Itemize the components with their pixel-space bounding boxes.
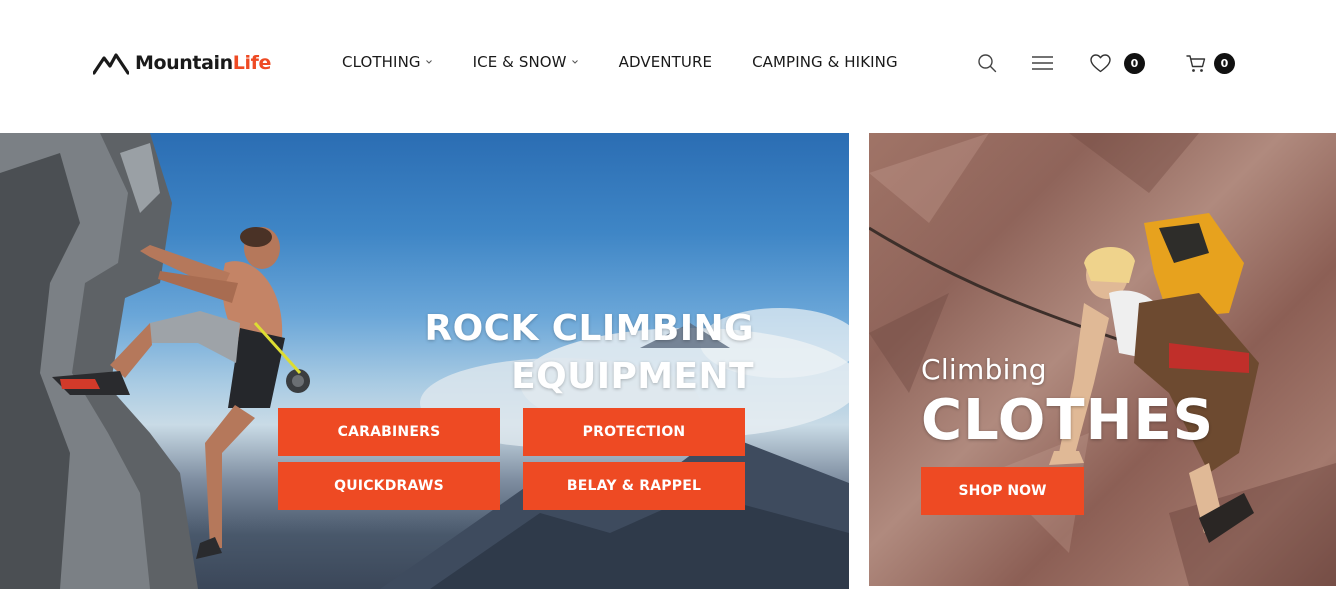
site-logo[interactable]: MountainLife [93,50,271,76]
logo-wordmark: MountainLife [135,52,271,74]
chevron-down-icon [425,60,432,64]
wishlist-button[interactable]: 0 [1090,51,1145,75]
cart-button[interactable]: 0 [1186,51,1235,75]
mountain-logo-icon [93,53,129,75]
nav-item-label: CAMPING & HIKING [752,53,898,71]
logo-word-life: Life [232,52,272,74]
chevron-down-icon [571,60,578,64]
nav-item-clothing[interactable]: CLOTHING [342,53,433,71]
search-icon [978,54,997,73]
logo-word-mountain: Mountain [135,52,233,74]
nav-item-label: ADVENTURE [618,53,713,71]
title-line-2: EQUIPMENT [511,356,754,397]
title-line-1: ROCK CLIMBING [424,308,754,349]
climbing-clothes-banner[interactable]: Climbing CLOTHES SHOP NOW [869,133,1336,586]
banner-subtitle: Climbing [921,353,1047,386]
site-header: MountainLife CLOTHING ICE & SNOW ADVENTU… [0,0,1336,133]
belay-rappel-button[interactable]: BELAY & RAPPEL [523,462,745,510]
nav-item-ice-snow[interactable]: ICE & SNOW [473,53,579,71]
cart-icon [1186,54,1206,72]
rock-climbing-banner[interactable]: ROCK CLIMBING EQUIPMENT CARABINERS PROTE… [0,133,849,589]
hamburger-menu-icon [1032,56,1053,70]
nav-item-adventure[interactable]: ADVENTURE [619,53,712,71]
main-nav: CLOTHING ICE & SNOW ADVENTURE CAMPING & … [342,53,898,71]
menu-button[interactable] [1032,51,1053,75]
search-button[interactable] [977,51,997,75]
cart-count-badge: 0 [1214,53,1235,74]
quickdraws-button[interactable]: QUICKDRAWS [278,462,500,510]
nav-item-label: CLOTHING [342,53,421,71]
nav-item-camping-hiking[interactable]: CAMPING & HIKING [752,53,898,71]
shop-now-button[interactable]: SHOP NOW [921,467,1084,515]
protection-button[interactable]: PROTECTION [523,408,745,456]
heart-icon [1090,53,1111,72]
banner-title: CLOTHES [921,388,1215,453]
wishlist-count-badge: 0 [1124,53,1145,74]
carabiners-button[interactable]: CARABINERS [278,408,500,456]
rock-climbing-title: ROCK CLIMBING EQUIPMENT [334,305,754,401]
nav-item-label: ICE & SNOW [472,53,567,71]
